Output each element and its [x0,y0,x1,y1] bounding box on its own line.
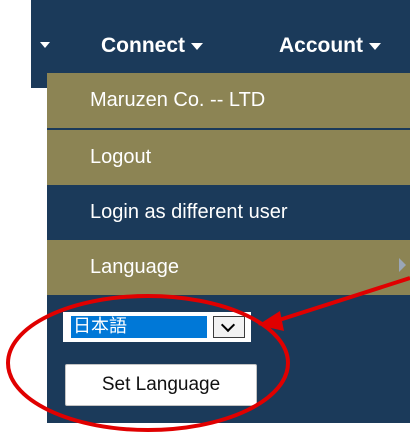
menu-item-language[interactable]: Language [47,240,410,295]
nav-account[interactable]: Account [279,31,381,61]
nav-connect[interactable]: Connect [101,31,203,61]
menu-item-logout[interactable]: Logout [47,130,410,185]
set-language-button[interactable]: Set Language [65,364,257,406]
menu-item-label: Language [90,256,179,278]
nav-connect-label: Connect [101,34,185,57]
menu-item-label: Maruzen Co. -- LTD [90,89,266,111]
menu-item-company[interactable]: Maruzen Co. -- LTD [47,73,410,128]
chevron-down-icon [220,317,236,333]
language-select-value: 日本語 [71,316,207,338]
menu-item-label: Logout [90,146,152,168]
chevron-right-icon [399,258,406,272]
nav-account-label: Account [279,34,363,57]
caret-down-icon[interactable] [40,42,50,48]
language-select-dropdown-button[interactable] [213,316,245,338]
menu-item-login-different-user[interactable]: Login as different user [47,185,410,240]
caret-down-icon [369,42,381,50]
caret-down-icon [191,42,203,50]
language-select[interactable]: 日本語 [63,312,251,342]
menu-item-label: Login as different user [90,201,288,223]
